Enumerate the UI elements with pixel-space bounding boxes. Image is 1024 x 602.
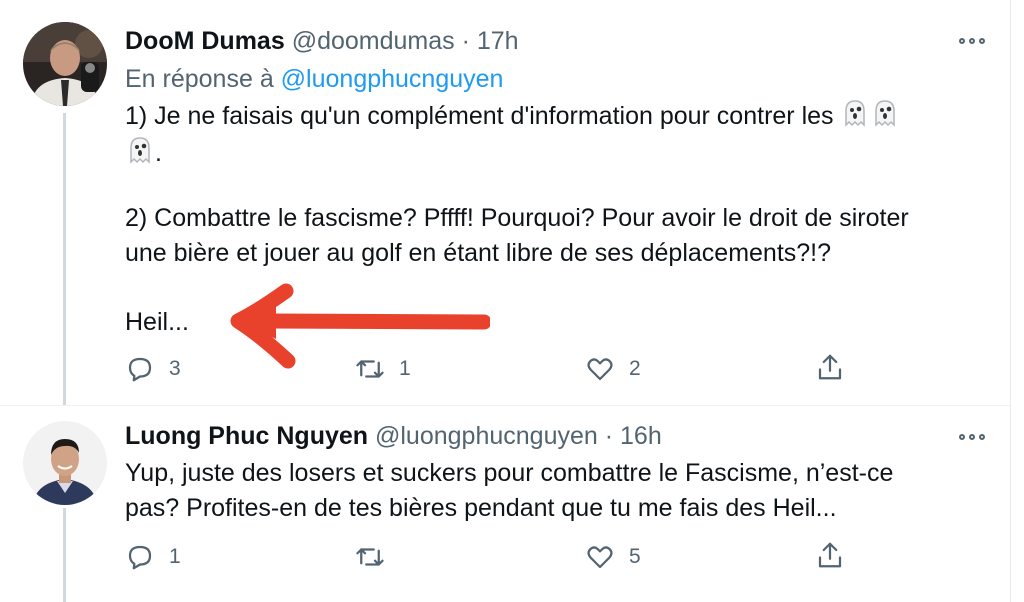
reply-prefix: En réponse à xyxy=(125,65,274,93)
reply-icon xyxy=(128,545,152,570)
share-button[interactable] xyxy=(815,352,845,382)
reply-count: 3 xyxy=(169,357,181,380)
heart-icon xyxy=(587,546,613,569)
separator-dot: · xyxy=(461,27,470,55)
tweet[interactable]: DooM Dumas @doomdumas · 17h En réponse à… xyxy=(0,0,1024,405)
tweet-text: 1) Je ne faisais qu'un complément d'info… xyxy=(125,98,900,133)
avatar[interactable] xyxy=(23,22,107,106)
tweet-line: Heil... xyxy=(125,308,189,336)
timestamp[interactable]: 16h xyxy=(620,422,662,450)
user-handle[interactable]: @doomdumas xyxy=(292,27,455,55)
tweet-line: pas? Profites-en de tes bières pendant q… xyxy=(125,494,837,522)
reply-context: En réponse à @luongphucnguyen xyxy=(125,64,503,94)
ghost-icon xyxy=(845,100,866,127)
share-button[interactable] xyxy=(815,540,845,570)
reply-button[interactable]: 1 xyxy=(125,542,181,572)
reply-icon xyxy=(128,357,152,382)
user-handle[interactable]: @luongphucnguyen xyxy=(375,422,598,450)
more-options-icon[interactable] xyxy=(955,427,989,447)
like-button[interactable]: 2 xyxy=(585,354,641,384)
tweet-line: Yup, juste des losers et suckers pour co… xyxy=(125,459,894,487)
display-name[interactable]: DooM Dumas xyxy=(125,27,285,55)
retweet-icon xyxy=(356,548,384,566)
reply-count: 1 xyxy=(169,545,181,568)
annotation-arrow xyxy=(230,283,490,369)
display-name[interactable]: Luong Phuc Nguyen xyxy=(125,422,368,450)
share-icon xyxy=(818,354,842,380)
tweet-header: DooM Dumas @doomdumas · 17h xyxy=(125,26,519,56)
reply-button[interactable]: 3 xyxy=(125,354,181,384)
timestamp[interactable]: 17h xyxy=(477,27,519,55)
share-icon xyxy=(818,542,842,568)
retweet-button[interactable] xyxy=(355,542,399,572)
ghost-icon xyxy=(130,137,150,164)
more-options-icon[interactable] xyxy=(955,31,989,51)
tweet-header: Luong Phuc Nguyen @luongphucnguyen · 16h xyxy=(125,421,662,451)
tweet-text: . xyxy=(125,135,162,170)
tweet[interactable]: Luong Phuc Nguyen @luongphucnguyen · 16h… xyxy=(0,405,1024,602)
like-count: 2 xyxy=(629,357,641,380)
separator-dot: · xyxy=(604,422,614,450)
reply-handle-link[interactable]: @luongphucnguyen xyxy=(281,65,504,93)
like-count: 5 xyxy=(629,545,641,568)
tweet-line: 2) Combattre le fascisme? Pffff! Pourquo… xyxy=(125,204,909,232)
tweet-line: . xyxy=(155,139,162,167)
tweet-line: une bière et jouer au golf en étant libr… xyxy=(125,239,832,267)
heart-icon xyxy=(587,358,613,381)
tweet-line: 1) Je ne faisais qu'un complément d'info… xyxy=(125,102,834,130)
like-button[interactable]: 5 xyxy=(585,542,641,572)
ghost-icon xyxy=(875,100,896,127)
